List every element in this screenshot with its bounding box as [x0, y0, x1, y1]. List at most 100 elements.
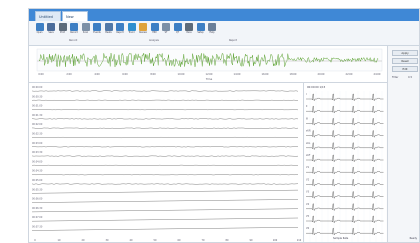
- beats-button[interactable]: Beats: [104, 23, 113, 36]
- axis-tick-label: 60: [178, 239, 181, 242]
- setup-button[interactable]: Setup: [196, 23, 205, 36]
- button-label: HRV: [152, 31, 157, 34]
- lead-trace: [306, 167, 384, 174]
- lead-label: V6: [306, 227, 310, 230]
- review-icon: [139, 23, 147, 31]
- lead-trace: [306, 130, 384, 138]
- folder-icon: [35, 23, 44, 31]
- row-time-label: 00:03:30: [32, 151, 43, 154]
- title-bar: Untitled Record New Record: [29, 9, 419, 29]
- x-tick-label: 22:00: [346, 73, 353, 76]
- row-time-label: 00:05:00: [32, 179, 43, 182]
- lead-trace: [306, 106, 384, 113]
- x-tick-label: 20:00: [318, 73, 325, 76]
- ecg-trace: [31, 199, 299, 203]
- apply-button[interactable]: Apply: [392, 50, 418, 56]
- axis-tick-label: 50: [154, 239, 157, 242]
- ecg-trace: [31, 137, 299, 138]
- tab-untitled-record[interactable]: Untitled Record: [35, 11, 61, 29]
- ecg-trace: [31, 189, 299, 194]
- record-icon: [70, 23, 78, 31]
- ecg-trace: [31, 146, 299, 148]
- button-label: Record: [70, 31, 78, 34]
- qt-icon: [173, 23, 182, 31]
- button-label: Save: [48, 31, 54, 34]
- hrv-button[interactable]: HRV: [150, 23, 159, 36]
- events-icon: [93, 23, 101, 31]
- row-time-label: 00:01:30: [32, 114, 43, 117]
- x-axis-label: Time: [206, 77, 213, 81]
- ecg-strip-canvas[interactable]: 00:00:00 00:00:30 00:01:00 00:01:30 00:02:00…: [29, 83, 303, 243]
- events-button[interactable]: Events: [93, 23, 102, 36]
- ecg-trace: [31, 109, 299, 111]
- row-time-label: 00:06:30: [32, 207, 43, 210]
- save-button[interactable]: Save: [47, 23, 56, 36]
- edit-button[interactable]: Edit: [392, 66, 418, 72]
- app-window: Untitled Record New Record Open Save Print…: [28, 8, 420, 243]
- pace-button[interactable]: Pace: [185, 23, 194, 36]
- st-icon: [162, 23, 170, 31]
- trend-chart[interactable]: 0:00 2:00 4:00 6:00 8:00 10:00 12:00 14:00 16:00…: [29, 46, 387, 82]
- row-time-label: 00:02:30: [32, 133, 43, 136]
- axis-tick-label: 80: [226, 239, 229, 242]
- report-button[interactable]: Report: [116, 23, 125, 36]
- ecg-trace: [31, 217, 299, 222]
- button-label: Report: [116, 31, 124, 34]
- lead-trace: [306, 154, 384, 162]
- save-icon: [47, 23, 55, 31]
- ecg-trace: [31, 183, 299, 185]
- print-button[interactable]: Print: [58, 23, 67, 36]
- hrv-icon: [150, 23, 159, 31]
- qt-button[interactable]: QT: [173, 23, 182, 36]
- lead-label: V1: [306, 166, 310, 169]
- ecg-trace: [31, 164, 299, 166]
- button-label: Scan: [82, 31, 89, 34]
- lead-trace: [306, 118, 384, 126]
- button-label: Setup: [197, 31, 204, 34]
- ecg-trace: [31, 155, 299, 157]
- st-button[interactable]: ST: [162, 23, 171, 36]
- ecg-lead-canvas[interactable]: 00:00:00 1/15IIIIIIaVRaVLaVFV1V2V3V4V5V6: [303, 83, 386, 243]
- record-button[interactable]: Record: [70, 23, 79, 36]
- button-label: Print: [59, 31, 66, 34]
- lead-trace: [306, 228, 384, 235]
- help-button[interactable]: Help: [208, 23, 217, 36]
- open-button[interactable]: Open: [35, 23, 44, 36]
- filter-label: Filter: [392, 76, 399, 79]
- lead-trace: [306, 191, 384, 199]
- toolbar-group-label: Record: [69, 39, 78, 42]
- button-label: Beats: [105, 31, 112, 34]
- reset-button[interactable]: Reset: [392, 58, 418, 64]
- review-button[interactable]: Review: [139, 23, 148, 36]
- axis-tick-label: 100: [273, 239, 278, 242]
- tab-new-record[interactable]: New Record: [62, 11, 88, 29]
- lead-trace: [306, 203, 384, 211]
- row-time-label: 00:03:00: [32, 142, 43, 145]
- lead-trace: [306, 93, 384, 101]
- axis-tick-label: 30: [106, 239, 109, 242]
- ecg-12-lead-pane[interactable]: 00:00:00 1/15 I II III aVR aVL aVF V1 V2 V3 V4 V5 V6: [303, 83, 386, 243]
- button-label: Review: [139, 31, 147, 34]
- toolbar-group-label: Analysis: [149, 39, 159, 42]
- lead-trace: [306, 179, 384, 187]
- ecg-strip-view[interactable]: 00:00:00 00:00:30 00:01:00 00:01:30 00:02:00…: [29, 83, 304, 243]
- lead-label: II: [306, 105, 308, 108]
- x-tick-label: 4:00: [94, 73, 100, 76]
- axis-tick-label: 110: [297, 239, 302, 242]
- button-label: Open: [36, 31, 43, 34]
- x-tick-label: 14:00: [234, 73, 241, 76]
- x-tick-label: 12:00: [206, 73, 213, 76]
- trend-button[interactable]: Trend: [127, 23, 136, 36]
- x-tick-label: 18:00: [290, 73, 297, 76]
- scan-button[interactable]: Scan: [81, 23, 90, 36]
- lead-label: V3: [306, 191, 310, 194]
- x-tick-label: 16:00: [262, 73, 269, 76]
- row-time-label: 00:06:00: [32, 198, 43, 201]
- row-time-label: 00:02:00: [32, 123, 43, 126]
- button-label: QT: [175, 31, 180, 34]
- lead-label: V4: [306, 203, 310, 206]
- toolbar-ribbon: Open Save Print Record Scan Events Beats Report…: [29, 21, 419, 46]
- scan-icon: [81, 23, 90, 31]
- lead-label: aVL: [306, 142, 311, 145]
- x-tick-label: 2:00: [66, 73, 72, 76]
